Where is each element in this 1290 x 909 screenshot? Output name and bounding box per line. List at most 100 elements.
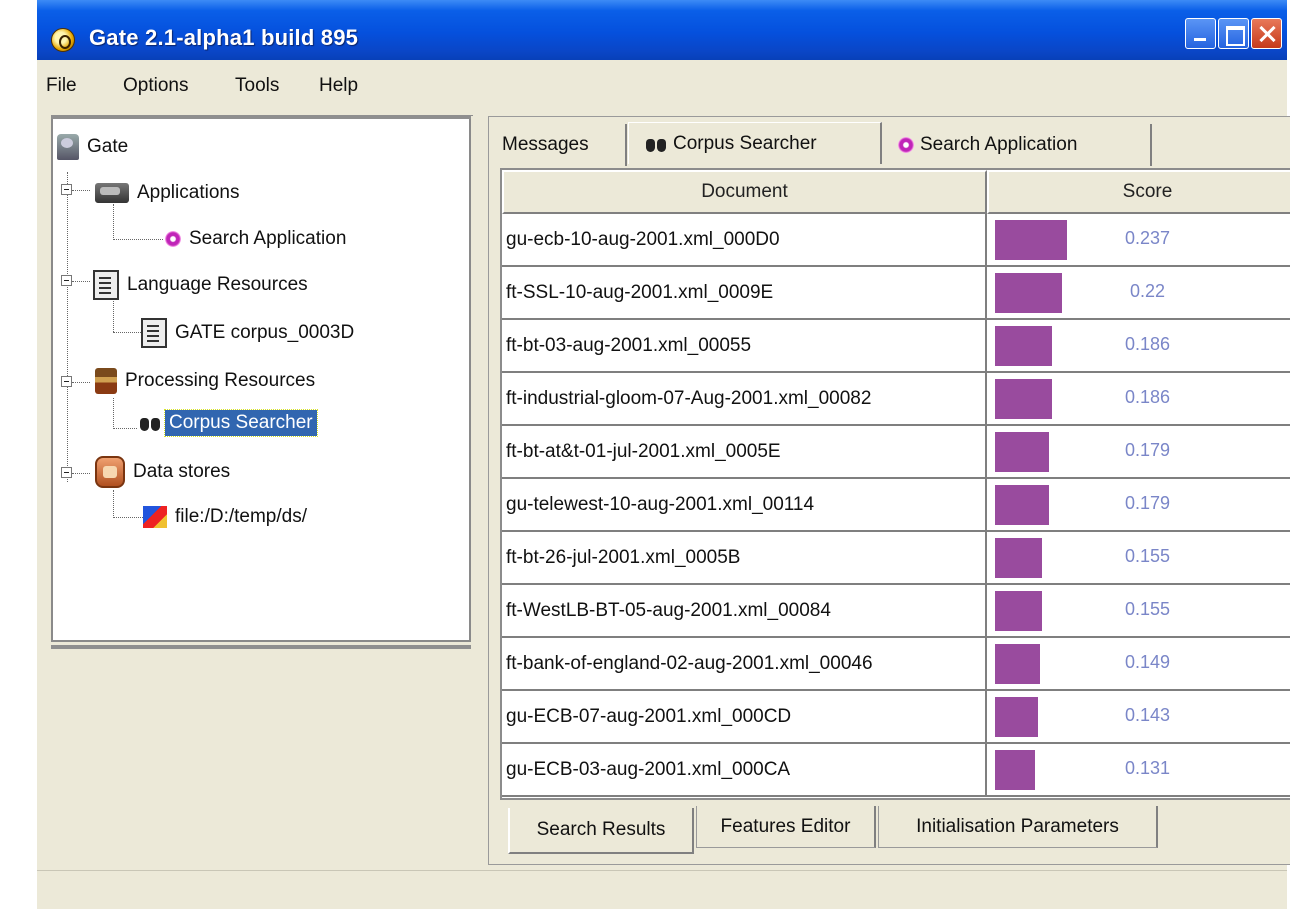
tree-connector: [113, 239, 163, 240]
tab-search-application[interactable]: Search Application: [884, 124, 1152, 166]
score-cell: 0.155: [987, 532, 1290, 583]
tree-label: GATE corpus_0003D: [175, 322, 355, 343]
tree-node-corpus-searcher[interactable]: Corpus Searcher: [139, 409, 318, 437]
window-title: Gate 2.1-alpha1 build 895: [89, 25, 359, 50]
document-cell: ft-industrial-gloom-07-Aug-2001.xml_0008…: [502, 373, 987, 424]
binoculars-icon: [139, 415, 161, 431]
document-cell: gu-ECB-03-aug-2001.xml_000CA: [502, 744, 987, 795]
tree-node-gate-corpus[interactable]: GATE corpus_0003D: [141, 318, 354, 348]
collapse-processing-resources-icon[interactable]: [61, 376, 72, 387]
tab-initialisation-parameters[interactable]: Initialisation Parameters: [878, 806, 1158, 848]
tree-node-search-application[interactable]: Search Application: [165, 228, 346, 250]
gate-main-window: Gate 2.1-alpha1 build 895 File Options T…: [37, 0, 1290, 909]
resource-tree[interactable]: Gate Applications Search Application Lan…: [51, 115, 473, 642]
application-star-icon: [165, 231, 181, 247]
gate-icon: [57, 134, 79, 160]
serial-datastore-icon: [143, 506, 167, 528]
gate-app-icon: [51, 28, 75, 52]
document-cell: gu-ecb-10-aug-2001.xml_000D0: [502, 214, 987, 265]
tree-connector: [72, 473, 90, 474]
corpus-document-icon: [141, 318, 167, 348]
title-bar[interactable]: Gate 2.1-alpha1 build 895: [37, 0, 1287, 60]
table-row[interactable]: ft-SSL-10-aug-2001.xml_0009E 0.22: [502, 267, 1290, 320]
collapse-language-resources-icon[interactable]: [61, 275, 72, 286]
tab-features-editor[interactable]: Features Editor: [696, 806, 876, 848]
search-results-table[interactable]: Document Score gu-ecb-10-aug-2001.xml_00…: [500, 168, 1290, 800]
minimize-button[interactable]: [1185, 18, 1216, 49]
document-cell: ft-bt-at&t-01-jul-2001.xml_0005E: [502, 426, 987, 477]
collapse-applications-icon[interactable]: [61, 184, 72, 195]
processing-resource-icon: [95, 368, 117, 394]
score-value: 0.131: [1124, 758, 1171, 778]
score-cell: 0.186: [987, 373, 1290, 424]
menu-tools[interactable]: Tools: [235, 75, 279, 97]
maximize-button[interactable]: [1218, 18, 1249, 49]
tab-corpus-searcher[interactable]: Corpus Searcher: [628, 122, 882, 164]
tree-label: Processing Resources: [125, 370, 316, 391]
score-cell: 0.186: [987, 320, 1290, 371]
tab-label: Corpus Searcher: [673, 132, 817, 154]
tree-node-gate[interactable]: Gate: [57, 134, 128, 160]
tree-connector: [113, 398, 114, 429]
tree-label: Data stores: [133, 461, 231, 482]
document-cell: ft-bank-of-england-02-aug-2001.xml_00046: [502, 638, 987, 689]
datastore-icon: [95, 456, 125, 488]
score-cell: 0.179: [987, 426, 1290, 477]
score-cell: 0.131: [987, 744, 1290, 795]
tree-connector: [67, 172, 68, 482]
split-pane-divider[interactable]: [471, 116, 485, 866]
table-row[interactable]: gu-ECB-03-aug-2001.xml_000CA 0.131: [502, 744, 1290, 797]
tab-label: Search Application: [920, 134, 1078, 155]
tree-node-data-stores[interactable]: Data stores: [95, 456, 230, 488]
tree-node-processing-resources[interactable]: Processing Resources: [95, 368, 315, 394]
tree-connector: [113, 204, 114, 240]
menu-file[interactable]: File: [46, 75, 77, 97]
tree-connector: [72, 281, 90, 282]
table-row[interactable]: gu-telewest-10-aug-2001.xml_00114 0.179: [502, 479, 1290, 532]
column-header-document[interactable]: Document: [502, 170, 987, 214]
table-row[interactable]: ft-bt-26-jul-2001.xml_0005B 0.155: [502, 532, 1290, 585]
tab-label: Features Editor: [720, 815, 851, 837]
table-row[interactable]: ft-bt-03-aug-2001.xml_00055 0.186: [502, 320, 1290, 373]
score-value: 0.155: [1124, 599, 1171, 619]
table-row[interactable]: gu-ECB-07-aug-2001.xml_000CD 0.143: [502, 691, 1290, 744]
tab-label: Messages: [502, 134, 589, 155]
table-row[interactable]: ft-bt-at&t-01-jul-2001.xml_0005E 0.179: [502, 426, 1290, 479]
tree-label: Applications: [137, 182, 240, 203]
table-row[interactable]: ft-bank-of-england-02-aug-2001.xml_00046…: [502, 638, 1290, 691]
document-cell: gu-ECB-07-aug-2001.xml_000CD: [502, 691, 987, 742]
column-header-score[interactable]: Score: [987, 170, 1290, 214]
document-cell: ft-bt-26-jul-2001.xml_0005B: [502, 532, 987, 583]
document-cell: ft-bt-03-aug-2001.xml_00055: [502, 320, 987, 371]
tree-node-applications[interactable]: Applications: [95, 182, 239, 204]
tree-connector: [72, 190, 90, 191]
tree-label: Language Resources: [127, 274, 308, 295]
score-value: 0.22: [1129, 281, 1166, 301]
table-header: Document Score: [502, 170, 1290, 214]
close-button[interactable]: [1251, 18, 1282, 49]
table-row[interactable]: ft-WestLB-BT-05-aug-2001.xml_00084 0.155: [502, 585, 1290, 638]
score-value: 0.179: [1124, 493, 1171, 513]
score-value: 0.186: [1124, 387, 1171, 407]
language-resource-icon: [93, 270, 119, 300]
table-row[interactable]: ft-industrial-gloom-07-Aug-2001.xml_0008…: [502, 373, 1290, 426]
menu-options[interactable]: Options: [123, 75, 188, 97]
menu-help[interactable]: Help: [319, 75, 358, 97]
binoculars-icon: [645, 136, 667, 152]
score-value: 0.237: [1124, 228, 1171, 248]
score-cell: 0.149: [987, 638, 1290, 689]
tab-search-results[interactable]: Search Results: [508, 808, 694, 854]
menu-bar: File Options Tools Help: [37, 60, 1287, 105]
tree-connector: [113, 332, 141, 333]
score-value: 0.149: [1124, 652, 1171, 672]
collapse-data-stores-icon[interactable]: [61, 467, 72, 478]
tree-connector: [113, 517, 143, 518]
score-value: 0.186: [1124, 334, 1171, 354]
score-cell: 0.179: [987, 479, 1290, 530]
tab-messages[interactable]: Messages: [492, 124, 627, 166]
tree-node-language-resources[interactable]: Language Resources: [93, 270, 308, 300]
tree-node-datastore-file[interactable]: file:/D:/temp/ds/: [143, 506, 307, 528]
table-row[interactable]: gu-ecb-10-aug-2001.xml_000D0 0.237: [502, 214, 1290, 267]
score-value: 0.179: [1124, 440, 1171, 460]
applications-icon: [95, 183, 129, 203]
